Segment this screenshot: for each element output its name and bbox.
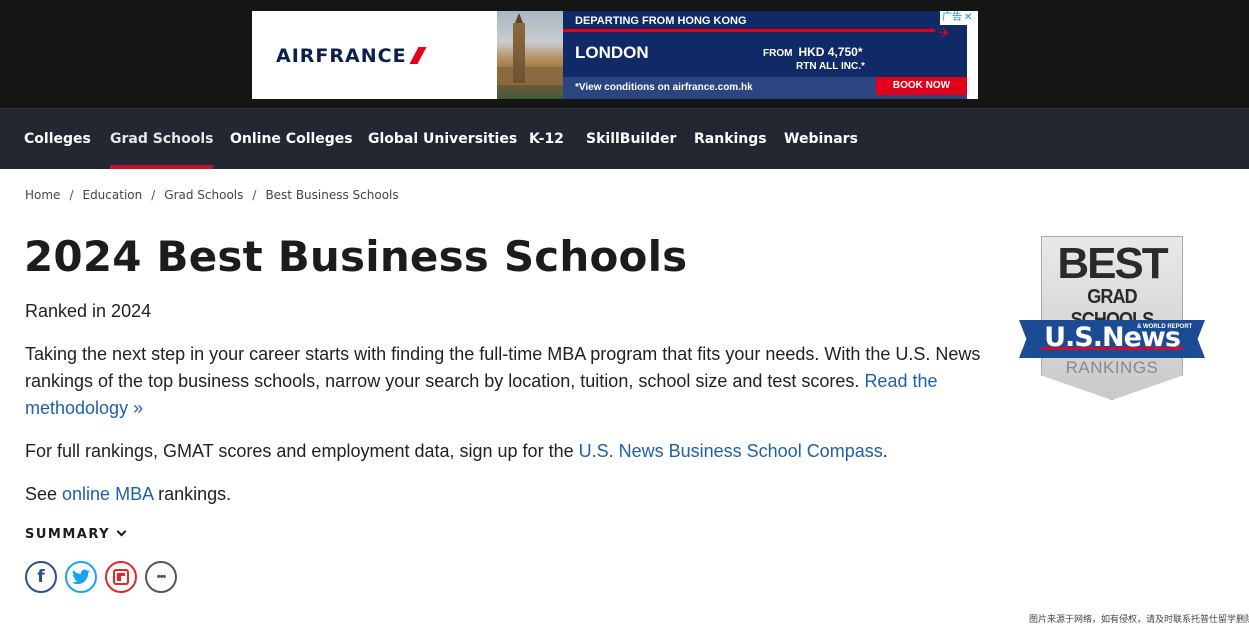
twitter-icon xyxy=(72,569,90,585)
big-ben-tower xyxy=(513,13,525,83)
breadcrumb-separator: / xyxy=(69,188,74,202)
ad-fare: FROM HKD 4,750* xyxy=(763,45,862,59)
ad-strip: AIRFRANCE DEPARTING FROM HONG KONG ✈ LON… xyxy=(0,0,1249,108)
nav-item-k12[interactable]: K-12 xyxy=(529,109,564,169)
online-mba-paragraph: See online MBA rankings. xyxy=(25,481,1005,508)
ranked-year: Ranked in 2024 xyxy=(25,301,152,321)
more-icon: ••• xyxy=(156,571,167,583)
airfrance-ad-banner[interactable]: AIRFRANCE DEPARTING FROM HONG KONG ✈ LON… xyxy=(252,11,978,99)
image-source-notice: 图片来源于网络，如有侵权，请及时联系托普仕留学删除 xyxy=(1029,614,1249,624)
best-grad-schools-badge: BEST GRAD SCHOOLS U.S.News & WORLD REPOR… xyxy=(1019,236,1205,402)
main-nav: Colleges Grad Schools Online Colleges Gl… xyxy=(0,108,1249,169)
breadcrumb-separator: / xyxy=(151,188,156,202)
nav-item-global-universities[interactable]: Global Universities xyxy=(368,109,517,169)
intro-paragraph: Taking the next step in your career star… xyxy=(25,341,1005,422)
breadcrumb: Home / Education / Grad Schools / Best Busines… xyxy=(25,188,399,202)
ad-label: 广告 xyxy=(942,12,962,23)
badge-red-stripe xyxy=(1041,347,1183,350)
breadcrumb-best-business-schools[interactable]: Best Business Schools xyxy=(265,188,398,202)
nav-item-webinars[interactable]: Webinars xyxy=(784,109,858,169)
flipboard-share-button[interactable] xyxy=(105,561,137,593)
compass-text: For full rankings, GMAT scores and emplo… xyxy=(25,441,579,461)
breadcrumb-grad-schools[interactable]: Grad Schools xyxy=(164,188,243,202)
page-title: 2024 Best Business Schools xyxy=(24,232,688,281)
airfrance-slash-icon xyxy=(409,47,427,64)
nav-item-colleges[interactable]: Colleges xyxy=(24,109,91,169)
summary-label: SUMMARY xyxy=(25,527,111,542)
ad-fare-prefix: FROM xyxy=(763,48,793,59)
ad-fare-value: HKD 4,750* xyxy=(798,45,863,59)
nav-item-skillbuilder[interactable]: SkillBuilder xyxy=(586,109,676,169)
london-photo xyxy=(497,11,563,99)
nav-item-rankings[interactable]: Rankings xyxy=(694,109,767,169)
intro-text: Taking the next step in your career star… xyxy=(25,344,981,391)
ad-close-icon[interactable]: ✕ xyxy=(964,12,972,23)
ad-destination: LONDON xyxy=(575,43,649,62)
breadcrumb-home[interactable]: Home xyxy=(25,188,60,202)
breadcrumb-separator: / xyxy=(252,188,257,202)
more-share-button[interactable]: ••• xyxy=(145,561,177,593)
online-mba-text-end: rankings. xyxy=(153,484,232,504)
flipboard-icon xyxy=(113,569,129,585)
airplane-icon: ✈ xyxy=(939,25,950,40)
compass-paragraph: For full rankings, GMAT scores and emplo… xyxy=(25,438,1005,465)
ad-conditions-text: *View conditions on airfrance.com.hk xyxy=(575,82,753,93)
badge-best-text: BEST xyxy=(1057,239,1168,288)
facebook-share-button[interactable]: f xyxy=(25,561,57,593)
chevron-down-icon xyxy=(116,526,127,537)
ad-fare-note: RTN ALL INC.* xyxy=(796,61,865,72)
online-mba-text-start: See xyxy=(25,484,63,504)
badge-world-report: & WORLD REPORT xyxy=(1137,324,1193,330)
summary-toggle[interactable]: SUMMARY xyxy=(25,526,127,542)
airfrance-logo: AIRFRANCE xyxy=(276,45,427,67)
facebook-icon: f xyxy=(37,567,45,587)
nav-item-online-colleges[interactable]: Online Colleges xyxy=(230,109,353,169)
ad-offer-panel: DEPARTING FROM HONG KONG ✈ LONDON FROM HK… xyxy=(563,11,967,99)
breadcrumb-education[interactable]: Education xyxy=(82,188,142,202)
compass-link[interactable]: U.S. News Business School Compass xyxy=(579,441,883,461)
nav-item-grad-schools[interactable]: Grad Schools xyxy=(110,109,214,169)
online-mba-link[interactable]: online MBA xyxy=(62,484,153,504)
airfrance-logo-text: AIRFRANCE xyxy=(276,45,407,67)
badge-rankings-text: RANKINGS xyxy=(1065,358,1159,377)
ad-choices[interactable]: 广告 ✕ xyxy=(940,11,975,25)
twitter-share-button[interactable] xyxy=(65,561,97,593)
parliament-building xyxy=(497,67,563,85)
ad-divider-line xyxy=(563,29,935,32)
ad-departing-text: DEPARTING FROM HONG KONG xyxy=(575,15,747,27)
ad-book-now-button[interactable]: BOOK NOW xyxy=(876,77,967,95)
compass-period: . xyxy=(882,441,888,461)
